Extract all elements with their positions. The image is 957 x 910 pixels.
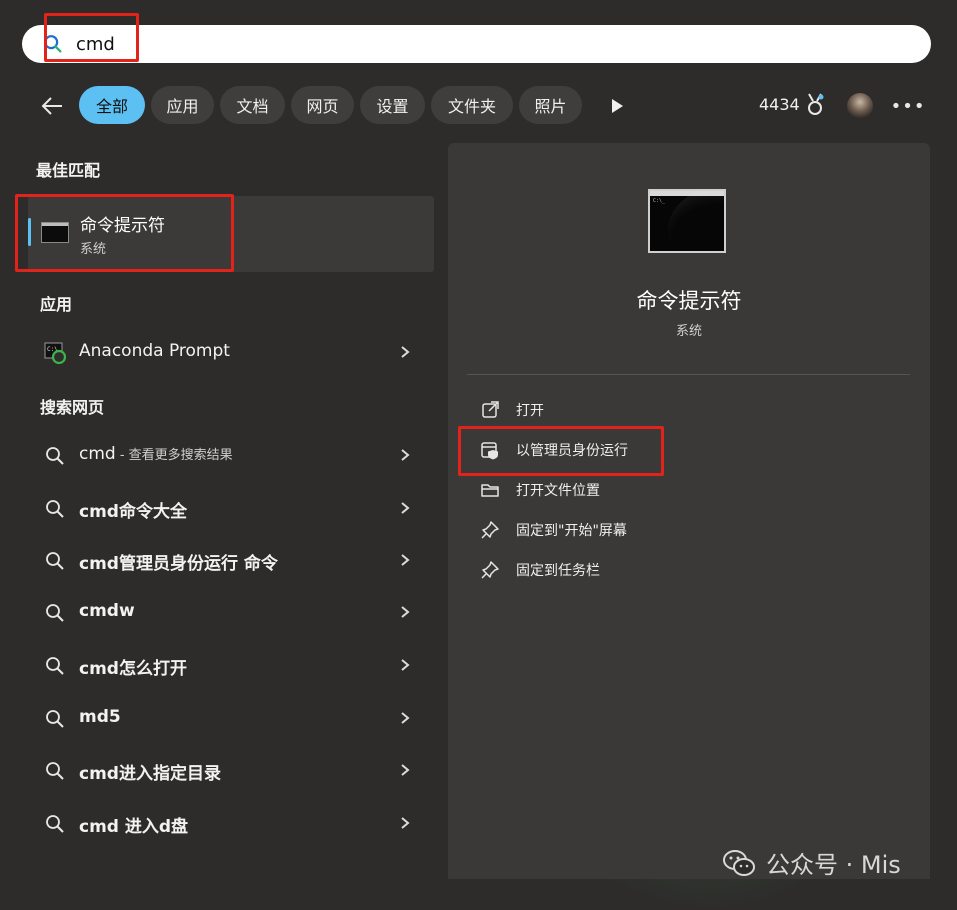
app-item-anaconda-prompt[interactable]: C:\ Anaconda Prompt xyxy=(28,330,434,374)
tab-settings[interactable]: 设置 xyxy=(360,86,425,124)
command-prompt-icon xyxy=(41,222,69,243)
pin-icon xyxy=(481,521,499,539)
search-icon xyxy=(46,657,64,675)
tab-all[interactable]: 全部 xyxy=(79,86,145,124)
watermark-text: 公众号 · Mis xyxy=(766,851,901,879)
tab-documents[interactable]: 文档 xyxy=(220,86,285,124)
tab-photos[interactable]: 照片 xyxy=(519,86,582,124)
best-match-item[interactable]: 命令提示符 系统 xyxy=(28,196,434,272)
action-label: 以管理员身份运行 xyxy=(516,443,628,459)
search-bar[interactable] xyxy=(22,25,931,63)
action-pin-to-start[interactable]: 固定到"开始"屏幕 xyxy=(480,515,780,545)
admin-shield-icon xyxy=(481,442,498,460)
folder-icon xyxy=(481,484,499,497)
chevron-right-icon xyxy=(401,502,410,514)
web-result-label: cmd管理员身份运行 命令 xyxy=(79,554,278,574)
open-external-icon xyxy=(482,401,499,418)
anaconda-prompt-icon: C:\ xyxy=(44,342,66,364)
pin-icon xyxy=(481,561,499,579)
web-result-label: cmd怎么打开 xyxy=(79,659,187,679)
rewards-points: 4434 xyxy=(759,95,800,114)
web-result-item[interactable]: cmd管理员身份运行 命令 xyxy=(28,538,434,582)
web-result-label: cmd - 查看更多搜索结果 xyxy=(79,444,233,464)
web-result-item[interactable]: cmd - 查看更多搜索结果 xyxy=(28,433,434,477)
details-title: 命令提示符 xyxy=(636,289,742,313)
selection-accent xyxy=(28,218,31,246)
watermark: 公众号 · Mis xyxy=(722,845,901,880)
web-result-item[interactable]: cmd命令大全 xyxy=(28,486,434,530)
action-run-as-admin[interactable]: 以管理员身份运行 xyxy=(480,435,780,465)
best-match-heading: 最佳匹配 xyxy=(36,161,101,180)
chevron-right-icon xyxy=(401,712,410,724)
web-result-label: cmd进入指定目录 xyxy=(79,764,221,784)
apps-heading: 应用 xyxy=(40,295,73,314)
web-result-item[interactable]: cmd进入指定目录 xyxy=(28,748,434,792)
web-result-hint: - 查看更多搜索结果 xyxy=(115,448,233,463)
web-search-heading: 搜索网页 xyxy=(40,398,105,417)
web-result-item[interactable]: cmdw xyxy=(28,590,434,634)
arrow-left-icon xyxy=(41,97,62,115)
tab-web[interactable]: 网页 xyxy=(291,86,354,124)
play-icon xyxy=(612,99,623,113)
action-pin-to-taskbar[interactable]: 固定到任务栏 xyxy=(480,555,780,585)
web-result-item[interactable]: md5 xyxy=(28,696,434,740)
action-open[interactable]: 打开 xyxy=(480,395,780,425)
app-item-label: Anaconda Prompt xyxy=(79,341,230,361)
chevron-right-icon xyxy=(401,449,410,461)
web-result-item[interactable]: cmd怎么打开 xyxy=(28,643,434,687)
chevron-right-icon xyxy=(401,817,410,829)
action-label: 打开文件位置 xyxy=(516,483,600,499)
user-avatar[interactable] xyxy=(847,93,873,119)
chevron-right-icon xyxy=(401,764,410,776)
tab-apps[interactable]: 应用 xyxy=(151,86,214,124)
search-icon xyxy=(46,762,64,780)
chevron-right-icon xyxy=(401,346,410,358)
action-label: 打开 xyxy=(516,403,544,419)
action-label: 固定到任务栏 xyxy=(516,563,600,579)
search-input[interactable] xyxy=(76,33,776,55)
details-panel: C:\_ 命令提示符 系统 打开 以管理员身份运行 打开文件位置 固定到"开始"… xyxy=(448,143,930,879)
chevron-right-icon xyxy=(401,659,410,671)
ellipsis-icon: ••• xyxy=(890,95,926,117)
more-filters-button[interactable] xyxy=(604,94,630,118)
web-result-label: cmdw xyxy=(79,601,135,621)
details-subtitle: 系统 xyxy=(675,324,702,339)
tab-folders[interactable]: 文件夹 xyxy=(431,86,513,124)
best-match-title: 命令提示符 xyxy=(80,216,165,236)
web-result-label: cmd命令大全 xyxy=(79,502,187,522)
best-match-subtitle: 系统 xyxy=(80,242,107,257)
web-result-item[interactable]: cmd 进入d盘 xyxy=(28,801,434,845)
search-icon xyxy=(46,604,64,622)
search-icon xyxy=(46,552,64,570)
search-icon xyxy=(46,815,64,833)
search-icon xyxy=(46,500,64,518)
wechat-icon xyxy=(723,849,755,876)
filter-toolbar: 全部 应用 文档 网页 设置 文件夹 照片 4434 ••• xyxy=(0,84,957,128)
back-button[interactable] xyxy=(36,90,68,122)
chevron-right-icon xyxy=(401,606,410,618)
web-result-label: cmd 进入d盘 xyxy=(79,817,189,837)
rewards-medal-icon[interactable] xyxy=(804,92,826,118)
more-options-button[interactable]: ••• xyxy=(891,93,925,119)
action-label: 固定到"开始"屏幕 xyxy=(516,523,627,539)
search-icon xyxy=(46,447,64,465)
command-prompt-icon: C:\_ xyxy=(648,189,726,253)
search-icon xyxy=(46,710,64,728)
web-result-label: md5 xyxy=(79,707,121,727)
search-icon xyxy=(44,35,62,53)
chevron-right-icon xyxy=(401,554,410,566)
action-open-file-location[interactable]: 打开文件位置 xyxy=(480,475,780,505)
divider xyxy=(467,374,910,375)
